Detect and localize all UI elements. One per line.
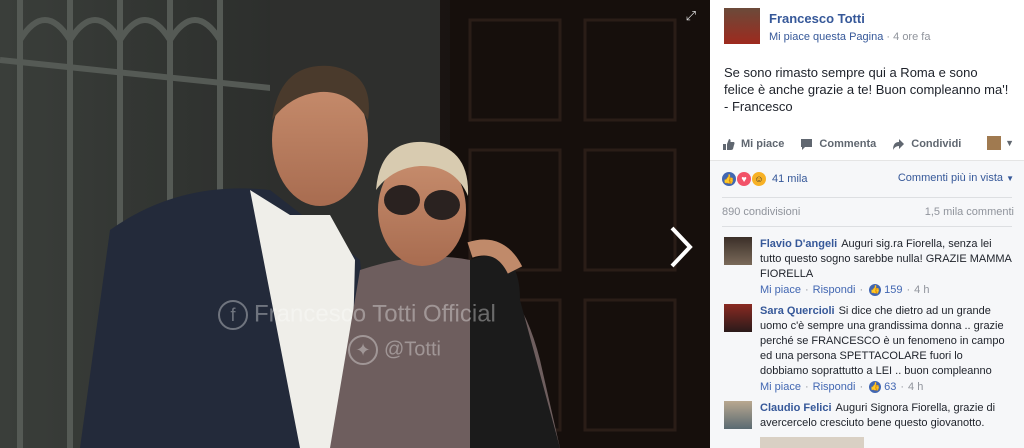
comment-reply-link[interactable]: Rispondi: [813, 381, 856, 393]
comment-icon: [801, 138, 813, 150]
comment-links: Mi piace · Rispondi · 👍 63 · 4 h: [760, 381, 924, 393]
photo-viewer: ⤢ f Francesco Totti Official ✦ @Totti: [0, 0, 710, 448]
comment-body: Sara Quercioli Si dice che dietro ad un g…: [760, 304, 1012, 379]
watermark-line1: f Francesco Totti Official: [218, 300, 496, 330]
comment-item: Sara Quercioli Si dice che dietro ad un g…: [710, 304, 1024, 393]
comment-author-link[interactable]: Flavio D'angeli: [760, 238, 837, 250]
comment-like-badge[interactable]: 👍 159: [869, 284, 908, 296]
caret-down-icon: ▼: [1006, 174, 1014, 183]
shares-count-link[interactable]: 890 condivisioni: [722, 206, 800, 218]
comment-attached-image[interactable]: [760, 437, 864, 448]
facebook-watermark-icon: f: [218, 300, 248, 330]
commenter-avatar[interactable]: [724, 401, 752, 429]
love-reaction-icon[interactable]: ♥: [737, 172, 751, 186]
feedback-section: 👍 ♥ ☺ 41 mila Commenti più in vista ▼ 89…: [710, 160, 1024, 448]
comment-like-link[interactable]: Mi piace: [760, 284, 801, 296]
like-page-link[interactable]: Mi piace questa Pagina: [769, 31, 883, 43]
comments-count-link[interactable]: 1,5 mila commenti: [925, 206, 1014, 218]
comment-links: Mi piace · Rispondi · 👍 159 · 4 h: [760, 284, 930, 296]
comment-item: Claudio Felici Auguri Signora Fiorella, g…: [710, 401, 1024, 448]
post-time[interactable]: 4 ore fa: [893, 31, 930, 43]
comment-time[interactable]: 4 h: [914, 284, 929, 296]
shares-row: 890 condivisioni 1,5 mila commenti: [710, 198, 1024, 226]
watermark-line2: ✦ @Totti: [348, 335, 441, 365]
like-reaction-icon[interactable]: 👍: [722, 172, 736, 186]
comment-time[interactable]: 4 h: [908, 381, 923, 393]
comment-button[interactable]: Commenta: [800, 138, 876, 151]
post-header: Francesco Totti Mi piace questa Pagina ·…: [710, 0, 1024, 52]
comment-sort-dropdown[interactable]: Commenti più in vista ▼: [898, 172, 1014, 184]
share-arrow-icon: [893, 138, 905, 150]
like-reaction-icon: 👍: [869, 381, 882, 393]
thumbs-up-icon: [723, 138, 735, 150]
caret-down-icon: ▼: [1005, 138, 1014, 148]
reaction-count[interactable]: 41 mila: [772, 173, 807, 185]
page-name-link[interactable]: Francesco Totti: [769, 11, 865, 26]
like-button[interactable]: Mi piace: [722, 138, 784, 151]
comment-like-badge[interactable]: 👍 63: [869, 381, 902, 393]
page-avatar[interactable]: [724, 8, 760, 44]
mini-avatar: [987, 136, 1002, 150]
comment-author-link[interactable]: Claudio Felici: [760, 402, 832, 414]
share-button[interactable]: Condividi: [892, 138, 961, 151]
next-photo-arrow-icon[interactable]: [662, 222, 698, 272]
comment-author-link[interactable]: Sara Quercioli: [760, 305, 835, 317]
post-text: Se sono rimasto sempre qui a Roma e sono…: [724, 65, 1009, 114]
post-side-panel: Francesco Totti Mi piace questa Pagina ·…: [710, 0, 1024, 448]
post-photo[interactable]: [0, 0, 710, 448]
post-as-selector[interactable]: ▼: [987, 136, 1014, 150]
like-reaction-icon: 👍: [869, 284, 882, 296]
post-meta: Mi piace questa Pagina · 4 ore fa: [769, 31, 931, 43]
post-actions: Mi piace Commenta Condividi ▼: [722, 132, 1014, 156]
wow-reaction-icon[interactable]: ☺: [752, 172, 766, 186]
comment-like-link[interactable]: Mi piace: [760, 381, 801, 393]
reactions-row: 👍 ♥ ☺ 41 mila Commenti più in vista ▼: [710, 161, 1024, 197]
comment-body: Claudio Felici Auguri Signora Fiorella, g…: [760, 401, 1012, 431]
commenter-avatar[interactable]: [724, 304, 752, 332]
comment-reply-link[interactable]: Rispondi: [813, 284, 856, 296]
divider: [722, 226, 1012, 227]
comment-item: Flavio D'angeli Auguri sig.ra Fiorella, s…: [710, 237, 1024, 296]
commenter-avatar[interactable]: [724, 237, 752, 265]
comment-body: Flavio D'angeli Auguri sig.ra Fiorella, s…: [760, 237, 1012, 282]
twitter-watermark-icon: ✦: [348, 335, 378, 365]
expand-icon[interactable]: ⤢: [686, 8, 696, 24]
